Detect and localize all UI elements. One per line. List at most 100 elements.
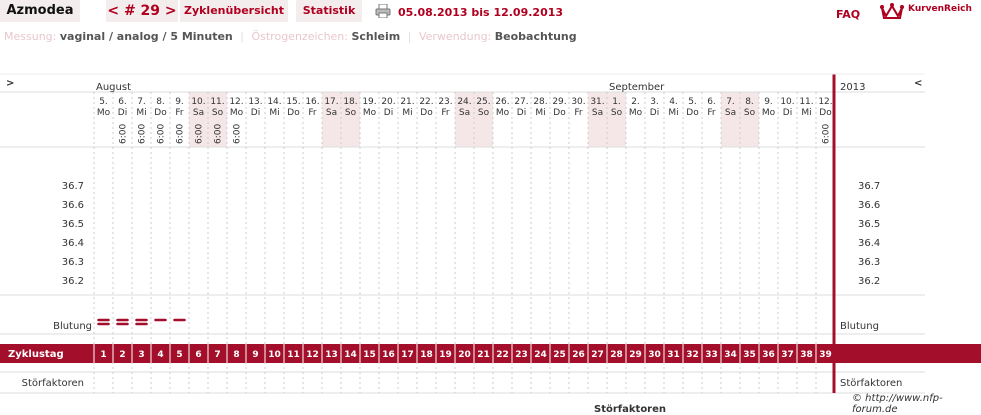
weekend-shade xyxy=(189,92,208,147)
weekend-shade xyxy=(455,92,474,147)
measure-value: vaginal / analog / 5 Minuten xyxy=(59,30,233,43)
weekday: Di xyxy=(118,108,127,118)
user-name-tab[interactable]: Azmodea xyxy=(0,0,80,22)
month-label-september: September xyxy=(609,82,665,93)
weekday: Fr xyxy=(175,108,184,118)
day-number: 30. xyxy=(571,97,585,107)
cycle-day: 24 xyxy=(534,350,547,360)
cycle-day: 4 xyxy=(157,350,163,360)
weekday: Do xyxy=(553,108,566,118)
day-number: 29. xyxy=(552,97,566,107)
cycle-day: 8 xyxy=(233,350,239,360)
usage-value: Beobachtung xyxy=(494,30,577,43)
weekday: So xyxy=(212,108,224,118)
cycle-day: 11 xyxy=(287,350,300,360)
day-number: 22. xyxy=(419,97,433,107)
day-number: 9. xyxy=(175,97,184,107)
weekend-shade xyxy=(740,92,759,147)
weekday: Fr xyxy=(441,108,450,118)
cycle-day: 30 xyxy=(648,350,661,360)
measure-time: 6:00 xyxy=(157,124,167,144)
measure-time: 6:00 xyxy=(214,124,224,144)
cycle-day: 37 xyxy=(781,350,794,360)
day-number: 7. xyxy=(726,97,735,107)
logo-text[interactable]: KurvenReich xyxy=(908,4,972,14)
credit-text: © http://www.nfp-forum.de xyxy=(852,393,943,415)
temp-label-left: 36.7 xyxy=(62,181,84,192)
cycle-day: 20 xyxy=(458,350,471,360)
scroll-left-button[interactable]: > xyxy=(6,78,14,89)
day-number: 3. xyxy=(650,97,659,107)
weekend-shade xyxy=(208,92,227,147)
weekday: Fr xyxy=(707,108,716,118)
faq-link[interactable]: FAQ xyxy=(836,8,860,21)
temp-label-right: 36.7 xyxy=(858,181,880,192)
day-number: 12. xyxy=(229,97,243,107)
disruptor-label-right: Störfaktoren xyxy=(840,378,902,389)
day-number: 2. xyxy=(631,97,640,107)
weekday: Sa xyxy=(725,108,736,118)
weekday: Mo xyxy=(762,108,776,118)
month-label-august: August xyxy=(96,82,131,93)
weekday: Mi xyxy=(269,108,279,118)
measure-time: 6:00 xyxy=(822,124,832,144)
scroll-right-button[interactable]: < xyxy=(914,78,922,89)
day-number: 26. xyxy=(495,97,509,107)
day-number: 13. xyxy=(248,97,262,107)
cycle-day: 1 xyxy=(100,350,106,360)
weekday: So xyxy=(611,108,623,118)
cycle-day: 39 xyxy=(819,350,832,360)
weekday: Di xyxy=(251,108,260,118)
temp-label-right: 36.3 xyxy=(858,257,880,268)
weekday: Do xyxy=(819,108,832,118)
day-number: 9. xyxy=(764,97,773,107)
estrogen-label: Östrogenzeichen: xyxy=(251,30,348,43)
cycle-day: 21 xyxy=(477,350,490,360)
cycle-day: 6 xyxy=(195,350,201,360)
cycle-day: 28 xyxy=(610,350,623,360)
cycle-day: 25 xyxy=(553,350,566,360)
day-number: 12. xyxy=(818,97,832,107)
day-number: 18. xyxy=(343,97,357,107)
temp-label-left: 36.2 xyxy=(62,276,84,287)
day-number: 31. xyxy=(590,97,604,107)
printer-icon[interactable] xyxy=(375,4,391,18)
cycle-day: 19 xyxy=(439,350,452,360)
weekday: Do xyxy=(686,108,699,118)
cycle-navigator[interactable]: < # 29 > xyxy=(106,0,178,22)
weekend-shade xyxy=(474,92,493,147)
day-number: 4. xyxy=(669,97,678,107)
weekday: Mi xyxy=(801,108,811,118)
bleeding-label-left: Blutung xyxy=(53,321,92,332)
tab-statistics[interactable]: Statistik xyxy=(296,0,362,22)
weekday: Di xyxy=(517,108,526,118)
day-number: 27. xyxy=(514,97,528,107)
cycle-day: 29 xyxy=(629,350,642,360)
bleeding-label-right: Blutung xyxy=(840,321,879,332)
day-number: 19. xyxy=(362,97,376,107)
date-range: 05.08.2013 bis 12.09.2013 xyxy=(398,6,564,19)
temp-label-right: 36.5 xyxy=(858,219,880,230)
weekday: Fr xyxy=(574,108,583,118)
cycle-day: 2 xyxy=(119,350,125,360)
day-number: 15. xyxy=(286,97,300,107)
cycle-day: 31 xyxy=(667,350,680,360)
crown-icon[interactable] xyxy=(880,2,904,20)
weekend-shade xyxy=(721,92,740,147)
weekday: Mo xyxy=(230,108,244,118)
cycle-day-band xyxy=(0,344,981,363)
day-number: 21. xyxy=(400,97,414,107)
disruptor-footer-label: Störfaktoren xyxy=(594,404,667,415)
weekday: So xyxy=(345,108,357,118)
cycle-day: 36 xyxy=(762,350,775,360)
cycle-label[interactable]: < # 29 > xyxy=(107,3,176,19)
cycle-day: 27 xyxy=(591,350,604,360)
measure-time: 6:00 xyxy=(119,124,129,144)
day-number: 11. xyxy=(799,97,813,107)
cycle-day: 38 xyxy=(800,350,813,360)
day-number: 8. xyxy=(156,97,165,107)
measure-time: 6:00 xyxy=(195,124,205,144)
weekday: Mi xyxy=(402,108,412,118)
day-number: 5. xyxy=(688,97,697,107)
tab-cycle-overview[interactable]: Zyklenübersicht xyxy=(180,0,288,22)
